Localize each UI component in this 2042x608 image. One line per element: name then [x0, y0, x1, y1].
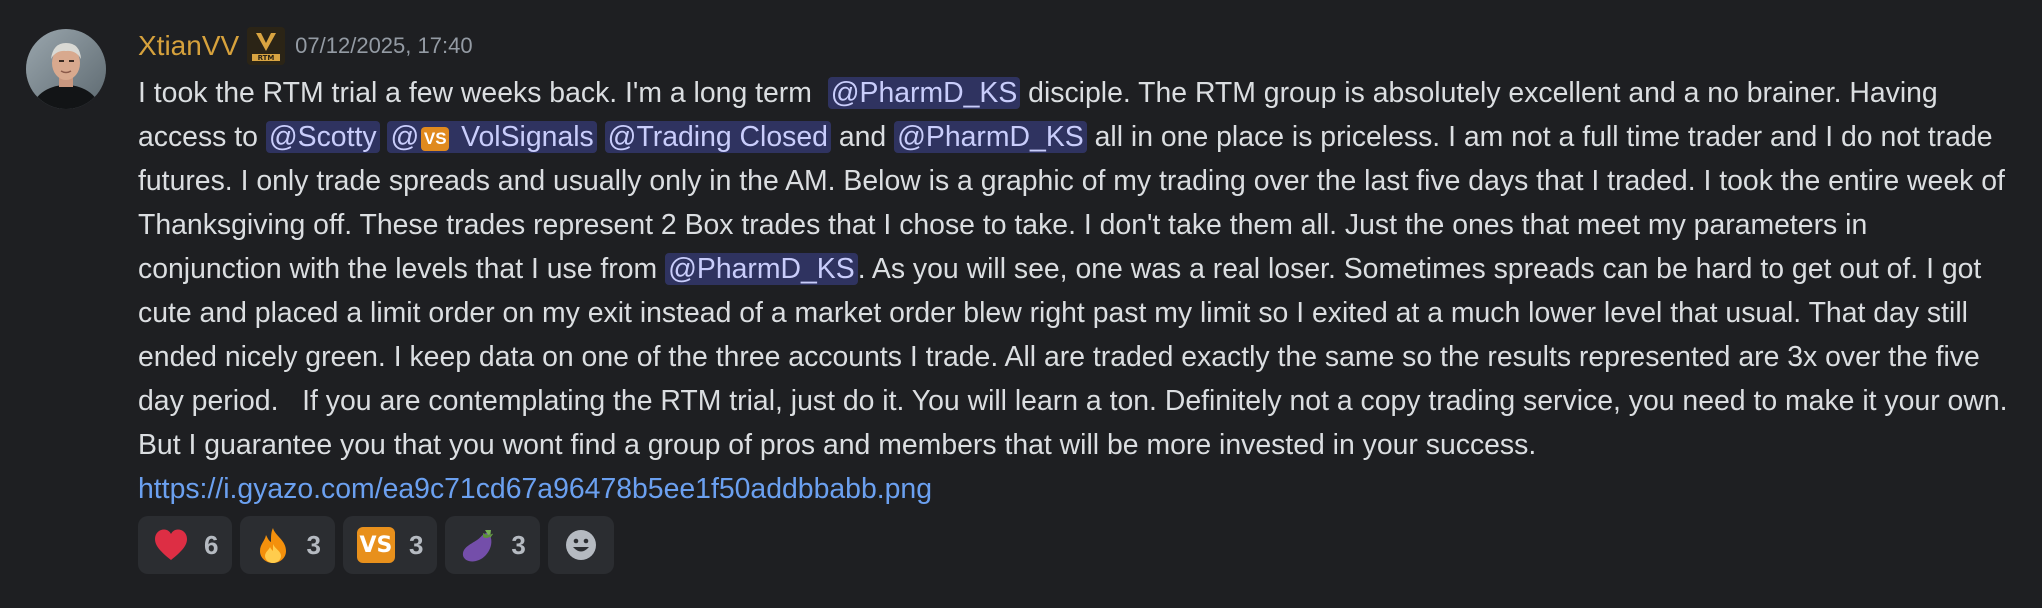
reaction-heart[interactable]: 6 — [138, 516, 233, 574]
message-text: and — [830, 121, 895, 153]
vs-emoji-icon: VS — [421, 127, 450, 151]
svg-text:RTM: RTM — [258, 54, 275, 62]
reaction-count: 3 — [511, 529, 526, 560]
user-avatar[interactable] — [26, 29, 106, 109]
reaction-fire[interactable]: 3 — [240, 516, 335, 574]
avatar-portrait-icon — [26, 29, 106, 109]
user-mention[interactable]: @ VS VolSignals — [387, 121, 597, 153]
reaction-count: 3 — [306, 529, 321, 560]
mention-name: VolSignals — [453, 121, 594, 153]
message-text — [597, 121, 605, 153]
message-timestamp: 07/12/2025, 17:40 — [295, 33, 473, 58]
user-mention[interactable]: @Scotty — [265, 121, 380, 153]
reaction-count: 3 — [408, 529, 424, 560]
user-mention[interactable]: @PharmD_KS — [827, 77, 1021, 109]
user-mention[interactable]: @PharmD_KS — [894, 121, 1087, 153]
user-mention[interactable]: @Trading Closed — [604, 121, 831, 153]
rtm-role-badge-icon[interactable]: RTM — [247, 27, 286, 65]
username[interactable]: XtianVV — [138, 30, 239, 62]
message-content: I took the RTM trial a few weeks back. I… — [138, 71, 2018, 511]
fire-emoji-icon — [254, 526, 292, 564]
mention-prefix: @ — [390, 121, 420, 153]
reaction-bar: 6 3 VS 3 3 — [138, 516, 614, 574]
vs-emoji-icon: VS — [356, 527, 395, 563]
message-link[interactable]: https://i.gyazo.com/ea9c71cd67a96478b5ee… — [138, 473, 932, 505]
add-reaction-smiley-icon — [562, 526, 600, 564]
reaction-vs[interactable]: VS 3 — [342, 516, 438, 574]
reaction-eggplant[interactable]: 3 — [445, 516, 540, 574]
chat-message: XtianVV RTM 07/12/2025, 17:40 I took the… — [0, 0, 2042, 608]
add-reaction-button[interactable] — [547, 516, 614, 574]
message-header: XtianVV RTM 07/12/2025, 17:40 — [138, 26, 473, 66]
reaction-count: 6 — [204, 529, 219, 560]
eggplant-emoji-icon — [459, 526, 497, 564]
heart-emoji-icon — [152, 526, 190, 564]
user-mention[interactable]: @PharmD_KS — [665, 253, 858, 285]
message-text: I took the RTM trial a few weeks back. I… — [138, 77, 828, 109]
